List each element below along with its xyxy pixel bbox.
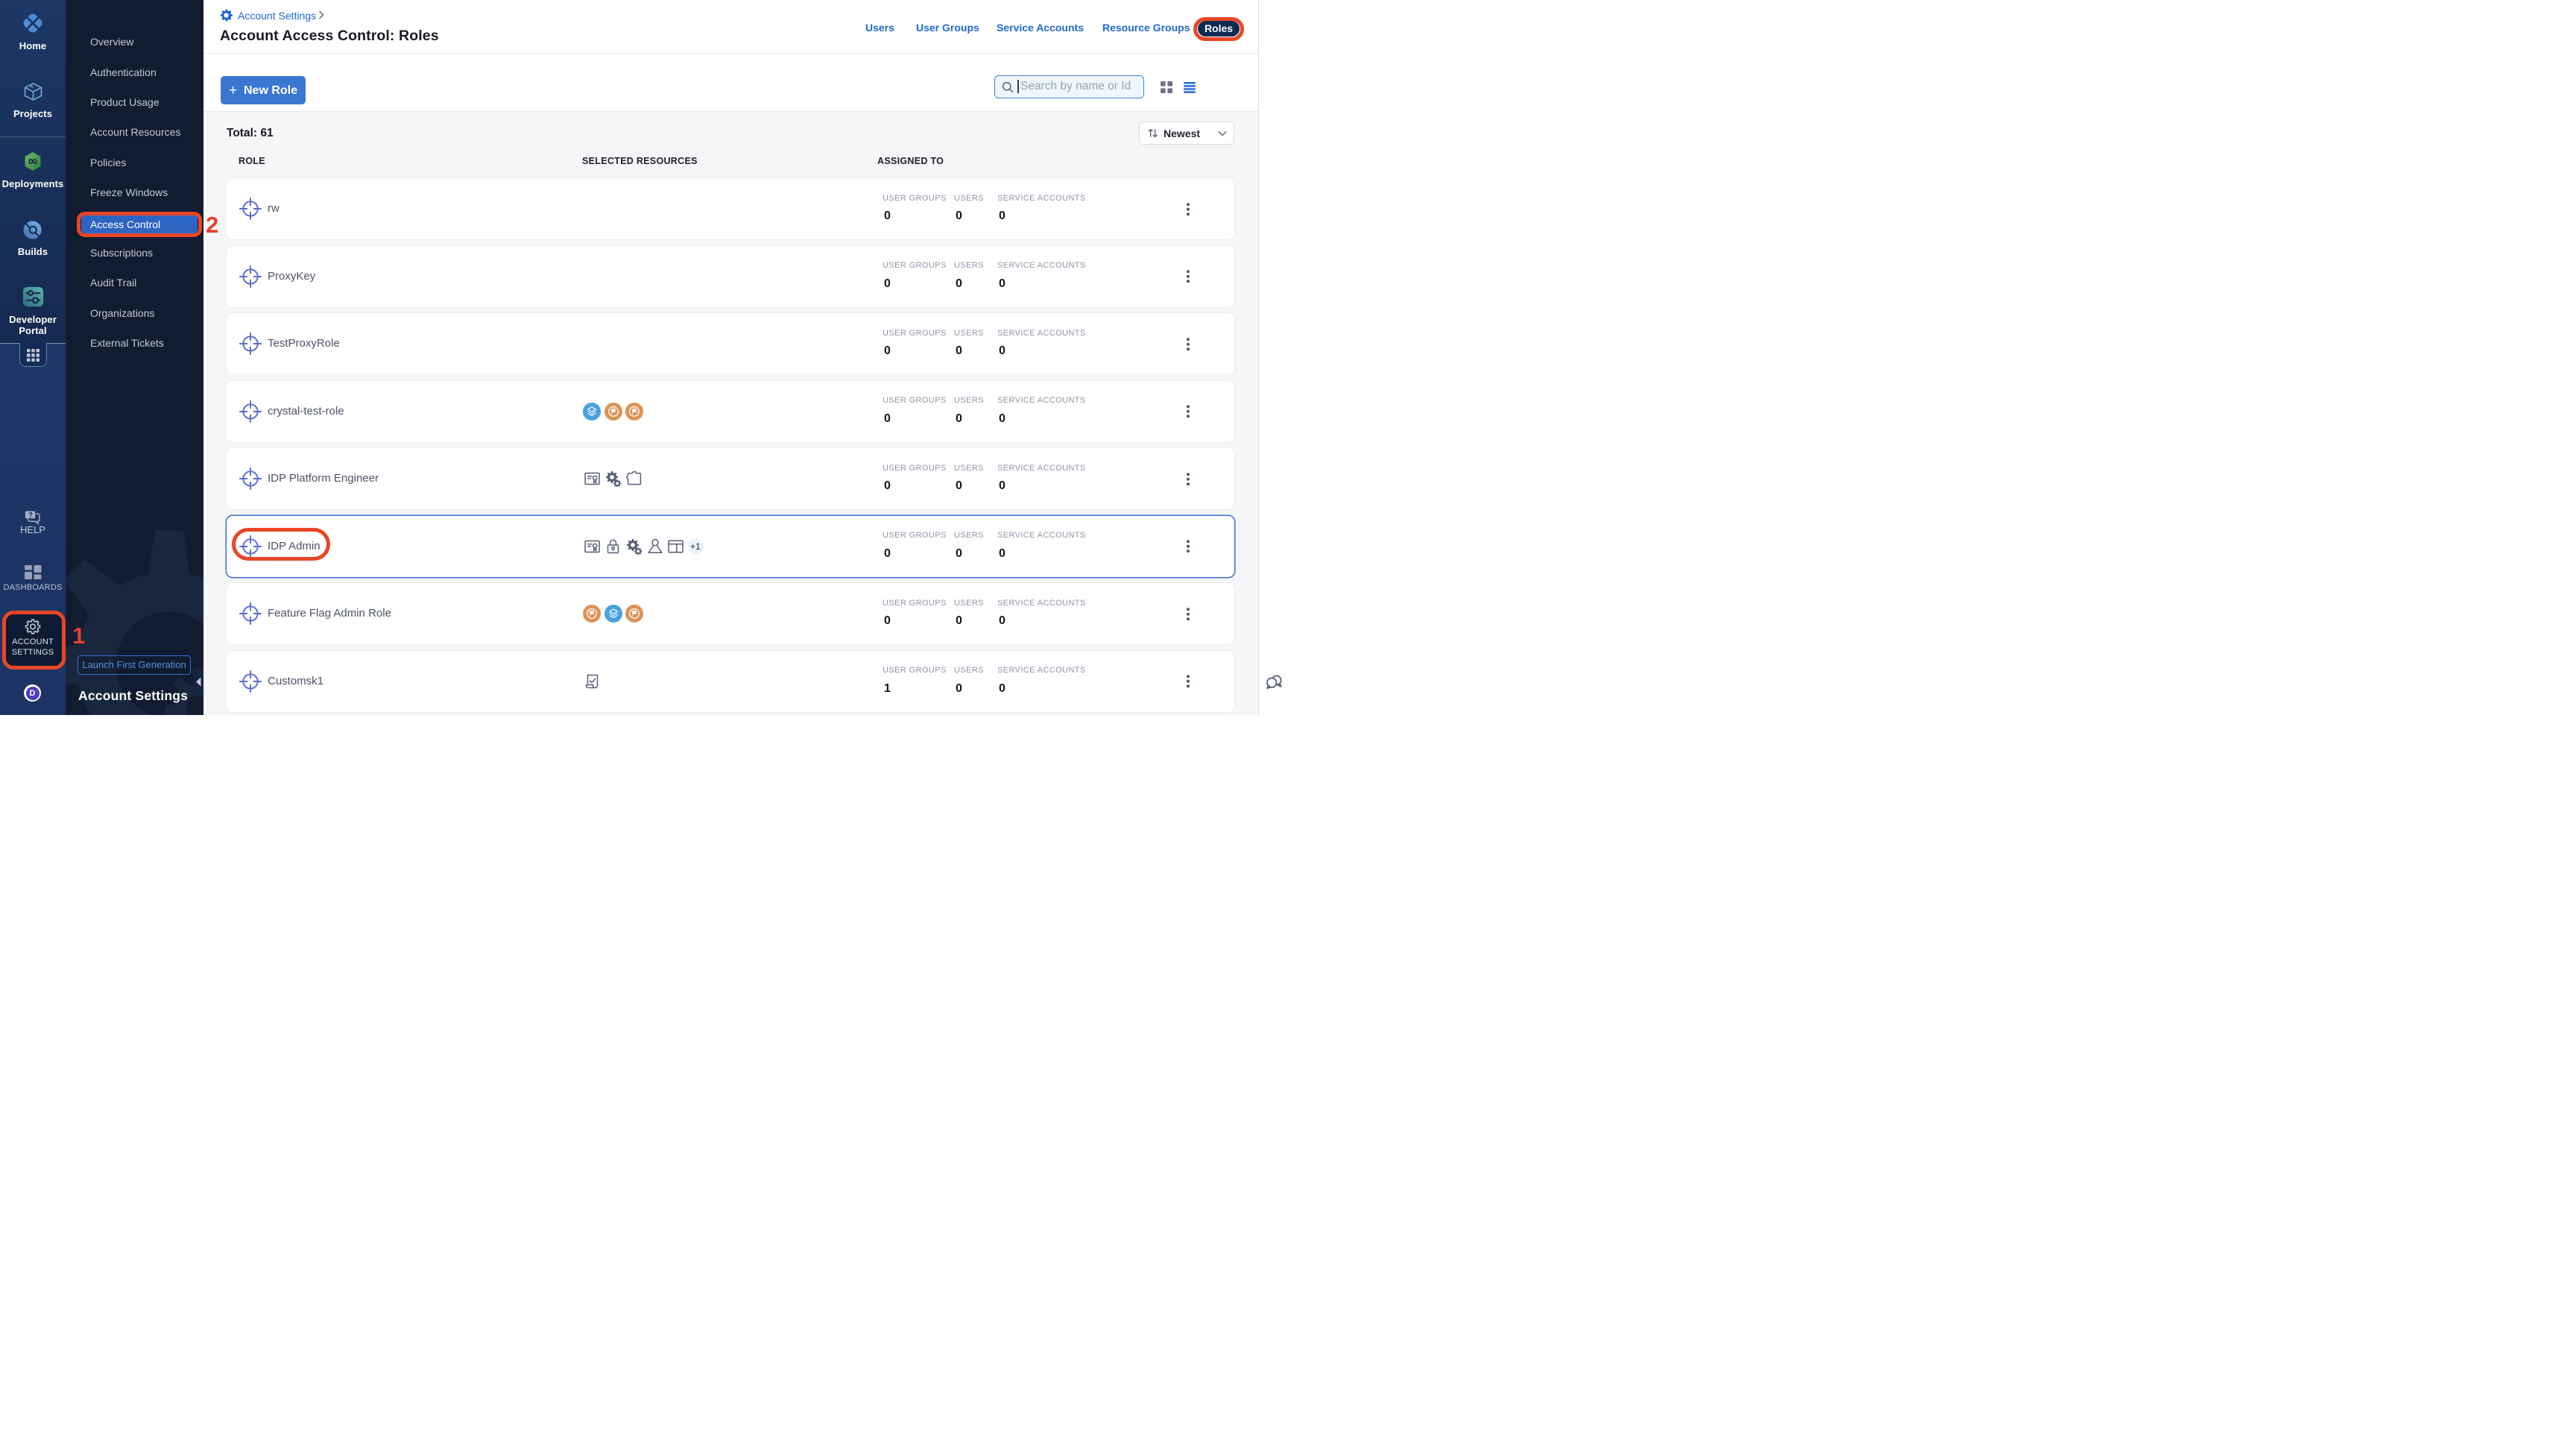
svg-text:?: ? xyxy=(28,511,33,520)
